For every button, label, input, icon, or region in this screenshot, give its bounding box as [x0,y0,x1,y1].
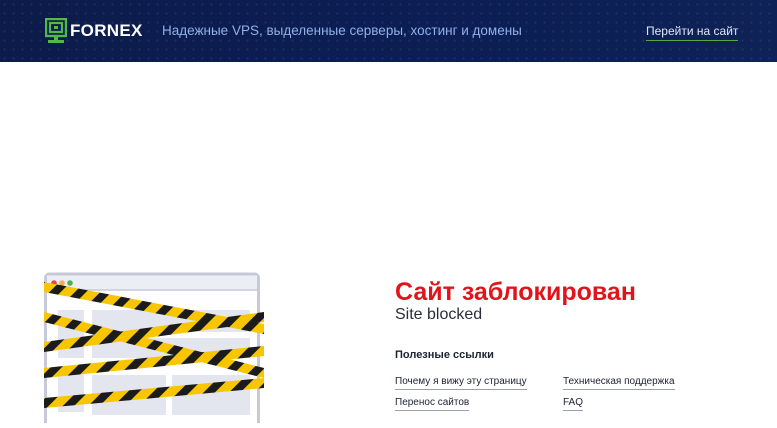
fornex-logo-icon [45,18,67,43]
link-faq[interactable]: FAQ [563,397,584,411]
logo-text: FORNEX [70,21,143,40]
page-subtitle: Site blocked [395,306,483,323]
page-title: Сайт заблокирован [395,278,636,306]
fornex-logo[interactable]: FORNEX [45,18,143,44]
header-tagline: Надежные VPS, выделенные серверы, хостин… [162,23,522,38]
link-tech-support[interactable]: Техническая поддержка [563,376,675,390]
site-header: FORNEX Надежные VPS, выделенные серверы,… [0,0,777,62]
goto-site-link[interactable]: Перейти на сайт [646,24,739,41]
link-why-see-page[interactable]: Почему я вижу эту страницу [395,376,527,390]
link-site-transfer[interactable]: Перенос сайтов [395,397,470,411]
useful-links-heading: Полезные ссылки [395,349,494,361]
blocked-site-illustration [44,272,264,428]
browser-window-graphic [44,272,264,428]
